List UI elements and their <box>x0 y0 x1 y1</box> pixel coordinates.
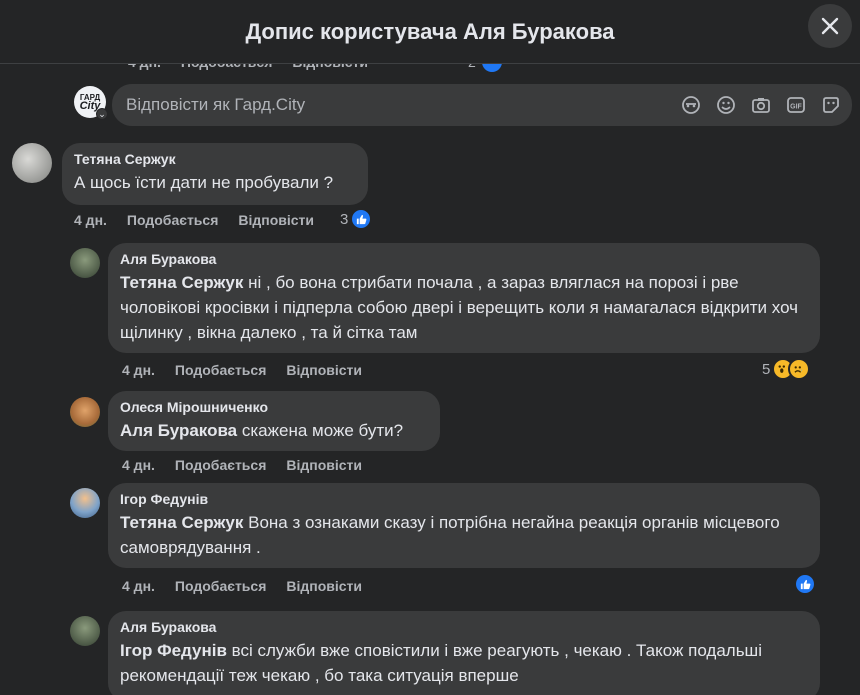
like-button[interactable]: Подобається <box>175 362 266 378</box>
comment-author[interactable]: Ігор Федунів <box>120 491 808 507</box>
reaction-count: 5 <box>762 360 771 378</box>
avatar-sticker-icon[interactable] <box>680 94 702 116</box>
comment-bubble: Аля Буракова Тетяна Сержук ні , бо вона … <box>108 243 820 353</box>
dialog-header: Допис користувача Аля Буракова <box>0 0 860 64</box>
comment-time[interactable]: 4 дн. <box>74 212 107 228</box>
comment-actions: 4 дн. Подобається Відповісти <box>122 457 362 473</box>
mention-link[interactable]: Тетяна Сержук <box>120 273 243 292</box>
mention-link[interactable]: Аля Буракова <box>120 421 237 440</box>
reaction-summary[interactable]: 3 <box>340 208 373 230</box>
mention-link[interactable]: Ігор Федунів <box>120 641 227 660</box>
comment-author[interactable]: Аля Буракова <box>120 619 808 635</box>
comment-time[interactable]: 4 дн. <box>122 362 155 378</box>
reaction-summary[interactable]: 5 <box>762 358 811 380</box>
reply-composer: ГАРД City ⌄ GIF <box>74 84 852 128</box>
reply-button[interactable]: Відповісти <box>286 578 362 594</box>
mention-link[interactable]: Тетяна Сержук <box>120 513 243 532</box>
svg-text:GIF: GIF <box>790 104 802 111</box>
comment-text: А щось їсти дати не пробували ? <box>74 173 334 192</box>
comment-author[interactable]: Тетяна Сержук <box>74 151 356 167</box>
reaction-count: 3 <box>340 210 349 228</box>
comment-time[interactable]: 4 дн. <box>122 457 155 473</box>
comment-bubble: Тетяна Сержук А щось їсти дати не пробув… <box>62 143 368 205</box>
comment-actions: 4 дн. Подобається Відповісти <box>122 578 362 594</box>
comment-author[interactable]: Аля Буракова <box>120 251 808 267</box>
like-button[interactable]: Подобається <box>175 457 266 473</box>
sad-reaction-icon <box>788 358 811 380</box>
like-reaction-icon <box>350 208 373 230</box>
like-button[interactable]: Подобається <box>127 212 218 228</box>
reply-button[interactable]: Відповісти <box>286 362 362 378</box>
comment-actions: 4 дн. Подобається Відповісти <box>122 362 362 378</box>
comment-text: скажена може бути? <box>241 421 404 440</box>
comment-time[interactable]: 4 дн. <box>122 578 155 594</box>
camera-icon[interactable] <box>750 94 772 116</box>
dialog-title: Допис користувача Аля Буракова <box>245 18 615 44</box>
close-icon <box>821 17 839 35</box>
emoji-icon[interactable] <box>715 94 737 116</box>
avatar[interactable] <box>70 488 100 518</box>
comment-author[interactable]: Олеся Мірошниченко <box>120 399 428 415</box>
avatar[interactable] <box>12 143 52 183</box>
reply-button[interactable]: Відповісти <box>238 212 314 228</box>
reply-button[interactable]: Відповісти <box>286 457 362 473</box>
like-reaction-icon <box>794 573 816 595</box>
chevron-down-icon[interactable]: ⌄ <box>96 108 108 120</box>
comment-bubble: Аля Буракова Ігор Федунів всі служби вже… <box>108 611 820 695</box>
avatar[interactable] <box>70 616 100 646</box>
comment-bubble: Олеся Мірошниченко Аля Буракова скажена … <box>108 391 440 451</box>
reaction-summary[interactable] <box>794 573 816 595</box>
like-button[interactable]: Подобається <box>175 578 266 594</box>
avatar[interactable] <box>70 397 100 427</box>
comment-bubble: Ігор Федунів Тетяна Сержук Вона з ознака… <box>108 483 820 568</box>
avatar[interactable] <box>70 248 100 278</box>
comment-actions: 4 дн. Подобається Відповісти <box>74 212 314 228</box>
gif-icon[interactable]: GIF <box>785 94 807 116</box>
sticker-icon[interactable] <box>820 94 842 116</box>
close-button[interactable] <box>808 4 852 48</box>
